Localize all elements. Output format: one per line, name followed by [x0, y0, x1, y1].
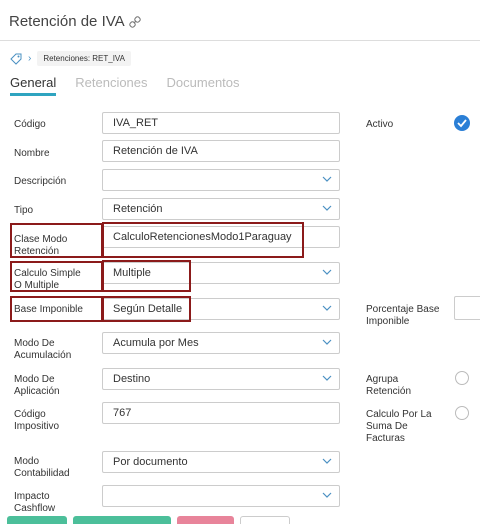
- tab-retenciones[interactable]: Retenciones: [75, 75, 147, 96]
- highlight-base-imponible-label: [10, 296, 103, 322]
- modo-aplicacion-label-line2: Aplicación: [14, 386, 60, 397]
- header-divider: [0, 40, 480, 41]
- tag-icon: [10, 53, 22, 65]
- calculo-suma-label: Calculo Por La Suma De Facturas: [366, 409, 432, 445]
- modo-acumulacion-value: Acumula por Mes: [113, 337, 199, 349]
- modo-contabilidad-label-line1: Modo: [14, 456, 40, 467]
- modo-contabilidad-label-line2: Contabilidad: [14, 468, 70, 479]
- calculo-suma-toggle[interactable]: [455, 406, 469, 420]
- breadcrumb-item[interactable]: Retenciones: RET_IVA: [37, 51, 132, 66]
- nombre-value: Retención de IVA: [113, 145, 198, 157]
- chevron-down-icon: [322, 305, 332, 311]
- modo-aplicacion-select[interactable]: Destino: [102, 368, 340, 390]
- modo-acumulacion-label: Modo De Acumulación: [14, 338, 71, 362]
- calculo-suma-label-line3: Facturas: [366, 433, 405, 444]
- chevron-down-icon: [322, 205, 332, 211]
- codigo-impositivo-label-line1: Código: [14, 409, 46, 420]
- codigo-impositivo-label: Código Impositivo: [14, 409, 59, 433]
- codigo-impositivo-label-line2: Impositivo: [14, 421, 60, 432]
- codigo-impositivo-input[interactable]: 767: [102, 402, 340, 424]
- agrupa-retencion-label-line2: Retención: [366, 386, 412, 397]
- porcentaje-base-label-line2: Imponible: [366, 316, 410, 327]
- codigo-impositivo-value: 767: [113, 407, 132, 419]
- porcentaje-base-input[interactable]: [454, 296, 480, 320]
- codigo-label: Código: [14, 119, 46, 130]
- codigo-input[interactable]: IVA_RET: [102, 112, 340, 134]
- save-button[interactable]: [7, 516, 67, 524]
- chevron-down-icon: [322, 339, 332, 345]
- chevron-down-icon: [322, 269, 332, 275]
- breadcrumb: › Retenciones: RET_IVA: [10, 51, 132, 66]
- chevron-down-icon: [322, 492, 332, 498]
- tipo-value: Retención: [113, 203, 163, 215]
- calculo-suma-label-line2: Suma De: [366, 421, 408, 432]
- cancel-button[interactable]: [240, 516, 290, 524]
- impacto-cashflow-label-line1: Impacto: [14, 491, 50, 502]
- modo-aplicacion-label: Modo De Aplicación: [14, 374, 60, 398]
- save-and-new-button[interactable]: [73, 516, 171, 524]
- nombre-input[interactable]: Retención de IVA: [102, 140, 340, 162]
- nombre-label: Nombre: [14, 148, 50, 159]
- agrupa-retencion-label-line1: Agrupa: [366, 374, 399, 385]
- tipo-select[interactable]: Retención: [102, 198, 340, 220]
- modo-acumulacion-select[interactable]: Acumula por Mes: [102, 332, 340, 354]
- page-title: Retención de IVA: [9, 13, 142, 30]
- chevron-down-icon: [322, 176, 332, 182]
- porcentaje-base-label: Porcentaje Base Imponible: [366, 304, 439, 328]
- tab-documentos[interactable]: Documentos: [167, 75, 240, 96]
- descripcion-label: Descripción: [14, 176, 67, 187]
- modo-aplicacion-label-line1: Modo De: [14, 374, 55, 385]
- tab-bar: General Retenciones Documentos: [10, 75, 240, 96]
- chevron-down-icon: [322, 458, 332, 464]
- modo-acumulacion-label-line1: Modo De: [14, 338, 55, 349]
- modo-contabilidad-value: Por documento: [113, 456, 188, 468]
- highlight-clase-modo-value: [102, 222, 304, 258]
- tipo-label: Tipo: [14, 205, 34, 216]
- highlight-clase-modo-label: [10, 223, 103, 258]
- link-icon[interactable]: [128, 15, 142, 29]
- page-title-text: Retención de IVA: [9, 13, 125, 30]
- codigo-value: IVA_RET: [113, 117, 159, 129]
- descripcion-select[interactable]: [102, 169, 340, 191]
- delete-button[interactable]: [177, 516, 234, 524]
- modo-contabilidad-select[interactable]: Por documento: [102, 451, 340, 473]
- porcentaje-base-label-line1: Porcentaje Base: [366, 304, 440, 315]
- highlight-calculo-simple-label: [10, 261, 103, 292]
- highlight-calculo-simple-value: [102, 260, 191, 292]
- tab-general[interactable]: General: [10, 75, 57, 96]
- impacto-cashflow-label-line2: Cashflow: [14, 503, 56, 514]
- chevron-right-icon: ›: [28, 53, 32, 64]
- impacto-cashflow-select[interactable]: [102, 485, 340, 507]
- activo-checkbox[interactable]: [454, 115, 470, 131]
- check-icon: [457, 119, 467, 128]
- modo-acumulacion-label-line2: Acumulación: [14, 350, 72, 361]
- highlight-base-imponible-value: [102, 296, 191, 322]
- activo-label: Activo: [366, 119, 394, 130]
- modo-aplicacion-value: Destino: [113, 373, 151, 385]
- agrupa-retencion-toggle[interactable]: [455, 371, 469, 385]
- chevron-down-icon: [322, 375, 332, 381]
- calculo-suma-label-line1: Calculo Por La: [366, 409, 432, 420]
- modo-contabilidad-label: Modo Contabilidad: [14, 456, 70, 480]
- agrupa-retencion-label: Agrupa Retención: [366, 374, 411, 398]
- impacto-cashflow-label: Impacto Cashflow: [14, 491, 55, 515]
